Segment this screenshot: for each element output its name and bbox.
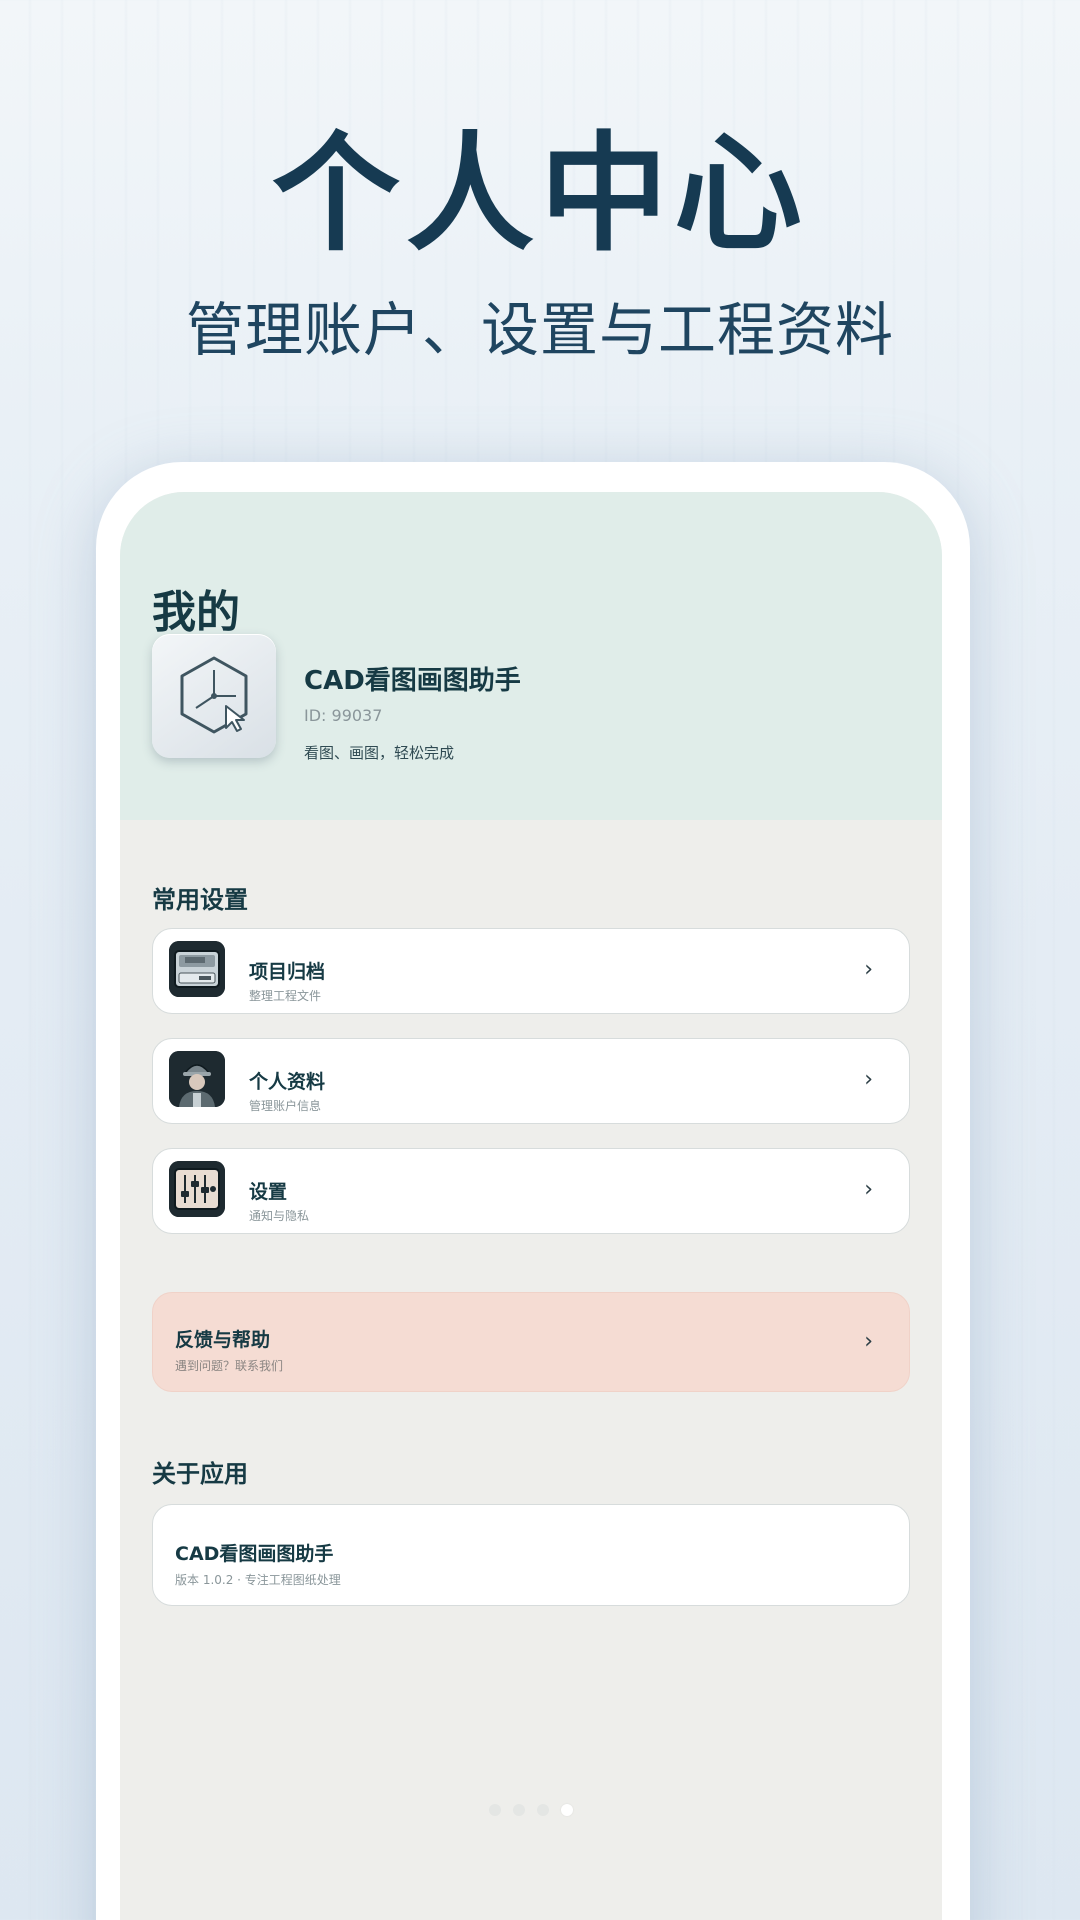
phone-frame: 我的 CAD看图画图助手 ID: 99037 看图、画图，轻松完成 常用设置 项… — [96, 462, 970, 1920]
profile-id: ID: 99037 — [304, 706, 383, 725]
profile-slogan: 看图、画图，轻松完成 — [304, 744, 455, 762]
hero-title: 个人中心 — [271, 120, 808, 269]
settings-item-profile-info[interactable]: 个人资料 管理账户信息 › — [152, 1038, 910, 1124]
settings-item-title: 个人资料 — [249, 1071, 326, 1093]
page-dot[interactable] — [489, 1804, 501, 1816]
settings-item-title: 项目归档 — [249, 961, 326, 983]
feedback-title: 反馈与帮助 — [175, 1329, 271, 1351]
app-avatar[interactable] — [152, 634, 276, 758]
settings-item-subtitle: 整理工程文件 — [249, 989, 322, 1003]
hero-subtitle: 管理账户、设置与工程资料 — [185, 296, 894, 364]
section-label-about: 关于应用 — [152, 1460, 248, 1488]
cube-cursor-icon — [180, 656, 248, 734]
archive-drive-icon — [169, 941, 225, 997]
sliders-icon — [169, 1161, 225, 1217]
chevron-right-icon: › — [864, 1329, 873, 1354]
settings-item-project-archive[interactable]: 项目归档 整理工程文件 › — [152, 928, 910, 1014]
profile-header: 我的 CAD看图画图助手 ID: 99037 看图、画图，轻松完成 — [120, 492, 942, 820]
feedback-help-button[interactable]: 反馈与帮助 遇到问题？联系我们 › — [152, 1292, 910, 1392]
page-dot[interactable] — [513, 1804, 525, 1816]
phone-screen: 我的 CAD看图画图助手 ID: 99037 看图、画图，轻松完成 常用设置 项… — [120, 492, 942, 1920]
settings-item-title: 设置 — [249, 1181, 288, 1203]
chevron-right-icon: › — [864, 1067, 873, 1092]
settings-item-subtitle: 通知与隐私 — [249, 1209, 310, 1223]
profile-name: CAD看图画图助手 — [304, 666, 521, 696]
page-title: 我的 — [152, 587, 240, 638]
feedback-subtitle: 遇到问题？联系我们 — [175, 1359, 284, 1373]
section-label-common-settings: 常用设置 — [152, 886, 248, 914]
settings-item-subtitle: 管理账户信息 — [249, 1099, 322, 1113]
settings-item-settings[interactable]: 设置 通知与隐私 › — [152, 1148, 910, 1234]
chevron-right-icon: › — [864, 957, 873, 982]
about-app-version: 版本 1.0.2 · 专注工程图纸处理 — [175, 1573, 341, 1587]
about-app-title: CAD看图画图助手 — [175, 1543, 334, 1565]
engineer-avatar-icon — [169, 1051, 225, 1107]
chevron-right-icon: › — [864, 1177, 873, 1202]
page-dot-active[interactable] — [561, 1804, 573, 1816]
page-dot[interactable] — [537, 1804, 549, 1816]
about-app-card[interactable]: CAD看图画图助手 版本 1.0.2 · 专注工程图纸处理 — [152, 1504, 910, 1606]
page-indicator — [120, 1804, 942, 1820]
